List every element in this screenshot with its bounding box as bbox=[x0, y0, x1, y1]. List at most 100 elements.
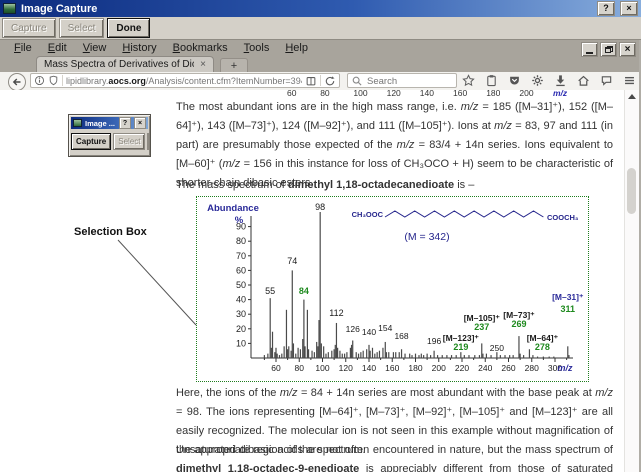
svg-text:30: 30 bbox=[236, 309, 246, 319]
bookmark-star-icon[interactable] bbox=[461, 73, 475, 87]
capture-window-titlebar[interactable]: Image Capture ? × bbox=[0, 0, 641, 17]
minimize-icon bbox=[586, 52, 593, 54]
mini-help-button[interactable]: ? bbox=[119, 117, 131, 129]
menu-help[interactable]: Help bbox=[277, 42, 316, 54]
capture-close-button[interactable]: × bbox=[620, 1, 638, 16]
url-text: lipidlibrary.aocs.org/Analysis/content.c… bbox=[66, 76, 302, 86]
mini-window-title: Image ... bbox=[85, 119, 116, 128]
svg-text:50: 50 bbox=[236, 280, 246, 290]
selection-callout-line bbox=[110, 234, 206, 334]
scroll-up-arrow-icon[interactable] bbox=[627, 92, 636, 100]
svg-text:(M = 342): (M = 342) bbox=[404, 231, 449, 243]
home-icon[interactable] bbox=[576, 73, 590, 87]
capture-window-title: Image Capture bbox=[21, 3, 592, 15]
tab-title: Mass Spectra of Derivatives of Dic... bbox=[44, 59, 194, 70]
capture-button[interactable]: Capture bbox=[2, 18, 56, 38]
svg-text:60: 60 bbox=[236, 265, 246, 275]
menu-tools[interactable]: Tools bbox=[236, 42, 278, 54]
svg-text:80: 80 bbox=[236, 236, 246, 246]
svg-text:140: 140 bbox=[362, 363, 376, 373]
navbar-icons bbox=[461, 73, 636, 87]
tracking-shield-icon[interactable] bbox=[48, 75, 59, 86]
svg-text:154: 154 bbox=[378, 323, 392, 333]
svg-text:180: 180 bbox=[408, 363, 422, 373]
svg-text:[M–31]⁺: [M–31]⁺ bbox=[552, 292, 584, 302]
search-icon bbox=[351, 75, 363, 87]
top-axis-strip: m/z 6080100120140160180200 bbox=[0, 90, 620, 98]
downloads-icon[interactable] bbox=[553, 73, 567, 87]
mini-close-button[interactable]: × bbox=[134, 117, 146, 129]
tab-close-icon[interactable]: × bbox=[200, 60, 206, 70]
mini-select-button[interactable]: Select bbox=[113, 133, 145, 150]
svg-text:219: 219 bbox=[453, 342, 468, 352]
reader-mode-icon[interactable] bbox=[305, 75, 317, 87]
browser-navbar: lipidlibrary.aocs.org/Analysis/content.c… bbox=[0, 72, 641, 91]
svg-text:240: 240 bbox=[478, 363, 492, 373]
search-bar[interactable] bbox=[347, 73, 457, 88]
refresh-icon[interactable] bbox=[324, 75, 336, 87]
svg-text:Abundance: Abundance bbox=[207, 203, 259, 214]
svg-text:[M–123]⁺: [M–123]⁺ bbox=[443, 333, 480, 343]
svg-text:269: 269 bbox=[511, 319, 526, 329]
svg-text:140: 140 bbox=[362, 327, 376, 337]
mini-window-titlebar[interactable]: Image ... ? × bbox=[71, 117, 148, 129]
top-axis-tick: 140 bbox=[420, 90, 434, 98]
url-bar[interactable]: lipidlibrary.aocs.org/Analysis/content.c… bbox=[30, 73, 340, 88]
menu-hamburger-icon[interactable] bbox=[622, 73, 636, 87]
paragraph-spectrum-intro: The mass spectrum of dimethyl 1,18-octad… bbox=[176, 176, 613, 195]
mini-capture-button[interactable]: Capture bbox=[71, 133, 111, 150]
done-button[interactable]: Done bbox=[107, 18, 150, 38]
selection-box[interactable]: 1020304050607080906080100120140160180200… bbox=[196, 196, 589, 382]
capture-toolbar: Capture Select Done bbox=[0, 17, 641, 40]
new-tab-button[interactable]: + bbox=[220, 58, 248, 73]
url-domain: aocs.org bbox=[108, 76, 146, 86]
svg-text:COOCH₃: COOCH₃ bbox=[547, 213, 579, 222]
svg-text:CH₃OOC: CH₃OOC bbox=[352, 210, 384, 219]
chat-bubble-icon[interactable] bbox=[599, 73, 613, 87]
top-axis-tick: 100 bbox=[353, 90, 367, 98]
tab-mass-spectra[interactable]: Mass Spectra of Derivatives of Dic... × bbox=[36, 56, 214, 72]
mini-window-icon bbox=[73, 119, 82, 127]
pocket-icon[interactable] bbox=[507, 73, 521, 87]
back-button[interactable] bbox=[8, 73, 26, 91]
svg-text:%: % bbox=[235, 215, 244, 226]
browser-tab-strip: Mass Spectra of Derivatives of Dic... × … bbox=[0, 55, 641, 72]
browser-menubar: File Edit View History Bookmarks Tools H… bbox=[0, 40, 641, 55]
mass-spectrum-svg: 1020304050607080906080100120140160180200… bbox=[199, 200, 587, 378]
mini-button-row: Capture Select bbox=[69, 131, 150, 152]
menu-view[interactable]: View bbox=[75, 42, 115, 54]
search-input[interactable] bbox=[365, 74, 457, 89]
svg-text:10: 10 bbox=[236, 338, 246, 348]
capture-help-button[interactable]: ? bbox=[597, 1, 615, 16]
svg-text:196: 196 bbox=[427, 336, 441, 346]
image-capture-app-icon bbox=[3, 3, 16, 14]
back-arrow-icon bbox=[12, 77, 22, 87]
bookmarks-clipboard-icon[interactable] bbox=[484, 73, 498, 87]
mini-capture-window[interactable]: Image ... ? × Capture Select bbox=[68, 114, 151, 157]
url-divider2 bbox=[320, 75, 321, 86]
menu-bookmarks[interactable]: Bookmarks bbox=[165, 42, 236, 54]
browser-window: File Edit View History Bookmarks Tools H… bbox=[0, 40, 641, 472]
site-info-icon[interactable] bbox=[34, 75, 45, 86]
scrollbar-thumb[interactable] bbox=[627, 168, 636, 214]
svg-text:112: 112 bbox=[329, 308, 343, 318]
mini-done-button-clipped[interactable] bbox=[147, 133, 149, 150]
svg-text:80: 80 bbox=[295, 363, 305, 373]
svg-text:[M–64]⁺: [M–64]⁺ bbox=[527, 333, 559, 343]
menu-history[interactable]: History bbox=[114, 42, 164, 54]
restore-icon bbox=[605, 46, 613, 53]
top-axis-mz-label: m/z bbox=[553, 90, 567, 98]
top-axis-tick: 180 bbox=[486, 90, 500, 98]
svg-text:m/z: m/z bbox=[557, 363, 573, 373]
menu-edit[interactable]: Edit bbox=[40, 42, 75, 54]
vertical-scrollbar[interactable] bbox=[624, 90, 639, 472]
screenshot-root: Image Capture ? × Capture Select Done Fi… bbox=[0, 0, 641, 472]
select-button[interactable]: Select bbox=[59, 18, 105, 38]
svg-text:74: 74 bbox=[287, 256, 297, 266]
svg-text:237: 237 bbox=[474, 322, 489, 332]
svg-text:55: 55 bbox=[265, 286, 275, 296]
gear-icon[interactable] bbox=[530, 73, 544, 87]
menu-file[interactable]: File bbox=[6, 42, 40, 54]
svg-text:40: 40 bbox=[236, 295, 246, 305]
svg-text:98: 98 bbox=[315, 202, 325, 212]
